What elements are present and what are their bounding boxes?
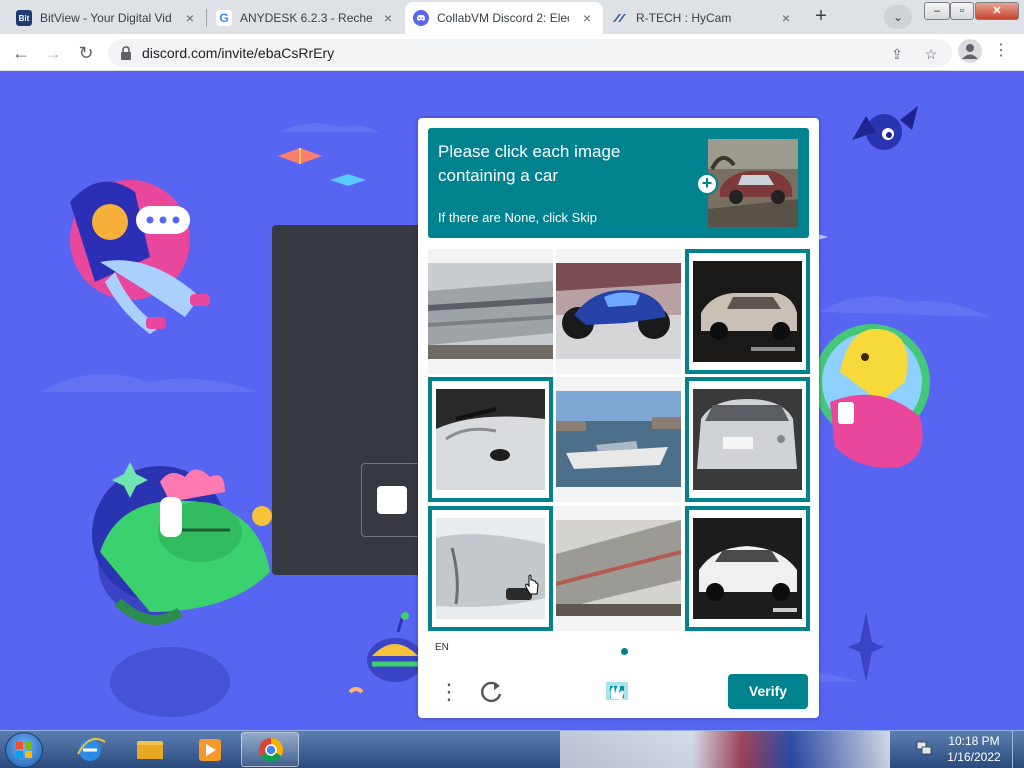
tile-image-car [432, 381, 549, 498]
forward-arrow-icon[interactable]: → [40, 40, 66, 66]
tab-collabvm-discord[interactable]: CollabVM Discord 2: Elec × [405, 2, 603, 34]
discord-favicon-icon [413, 10, 429, 26]
rtech-favicon-icon [612, 10, 628, 26]
tab-separator [206, 9, 207, 27]
address-bar[interactable]: discord.com/invite/ebaCsRrEry ⇪ ☆ [108, 39, 952, 67]
tab-strip: Bit BitView - Your Digital Vid × G ANYDE… [0, 0, 1024, 34]
profile-avatar-icon[interactable] [958, 39, 982, 63]
image-tile-6[interactable] [685, 377, 810, 502]
tab-bitview[interactable]: Bit BitView - Your Digital Vid × [8, 2, 206, 34]
internet-explorer-icon [77, 738, 106, 761]
tab-title: BitView - Your Digital Vid [40, 11, 172, 25]
menu-dots-icon[interactable]: ⋮ [438, 678, 460, 706]
zoom-plus-icon[interactable]: + [696, 173, 718, 195]
tile-image-boat [556, 391, 681, 487]
prompt-subtext: If there are None, click Skip [438, 210, 597, 225]
tile-image-car [689, 381, 806, 498]
tab-title: CollabVM Discord 2: Elec [437, 11, 569, 25]
verify-button[interactable]: Verify [728, 674, 808, 709]
bookmark-star-icon[interactable]: ☆ [922, 45, 940, 63]
image-tile-5[interactable] [556, 377, 681, 502]
hand-pointer-cursor-icon [524, 574, 540, 596]
image-tile-4[interactable] [428, 377, 553, 502]
tab-title: ANYDESK 6.2.3 - Recherch [240, 11, 372, 25]
reload-icon[interactable]: ↻ [73, 40, 99, 66]
tile-image-car [432, 510, 549, 627]
hcaptcha-challenge: Please click each image containing a car… [418, 118, 819, 718]
tab-search-chevron-icon[interactable]: ⌄ [884, 5, 912, 29]
bitview-favicon-icon: Bit [16, 10, 32, 26]
folder-icon [137, 741, 163, 759]
image-tile-7[interactable] [428, 506, 553, 631]
close-icon[interactable]: × [182, 10, 198, 26]
tile-image-car [689, 510, 806, 627]
hcaptcha-logo-icon[interactable] [600, 674, 634, 708]
close-icon[interactable]: × [778, 10, 794, 26]
maximize-button[interactable]: ▫ [950, 2, 974, 20]
tab-rtech-hycam[interactable]: R-TECH : HyCam × [604, 2, 802, 34]
taskbar-media-player[interactable] [181, 732, 239, 767]
chrome-icon [259, 738, 284, 763]
invite-card-icon [377, 486, 407, 514]
new-tab-button[interactable]: + [808, 5, 834, 29]
example-image[interactable] [708, 139, 798, 227]
start-orb-button[interactable] [5, 732, 43, 768]
image-tile-9[interactable] [685, 506, 810, 631]
prompt-text: Please click each image containing a car [438, 142, 621, 185]
media-player-icon [199, 739, 221, 761]
language-selector[interactable]: EN [435, 642, 449, 653]
minimize-button[interactable]: – [924, 2, 950, 20]
share-icon[interactable]: ⇪ [888, 45, 906, 63]
google-favicon-icon: G [216, 10, 232, 26]
tile-image-train [556, 520, 681, 616]
image-tile-2[interactable] [556, 249, 681, 374]
image-tile-3[interactable] [685, 249, 810, 374]
tile-image-motorcycle [556, 263, 681, 359]
tile-image-train [428, 263, 553, 359]
close-icon[interactable]: × [380, 10, 396, 26]
window-close-button[interactable]: ✕ [975, 2, 1019, 20]
clock-date[interactable]: 1/16/2022 [942, 750, 1006, 764]
taskbar-explorer[interactable] [121, 732, 179, 767]
taskbar-internet-explorer[interactable] [61, 732, 119, 767]
lock-icon [120, 46, 134, 60]
network-icon[interactable] [916, 740, 932, 756]
tab-anydesk[interactable]: G ANYDESK 6.2.3 - Recherch × [208, 2, 404, 34]
image-tile-1[interactable] [428, 249, 553, 374]
url-text: discord.com/invite/ebaCsRrEry [142, 45, 335, 61]
image-tile-8[interactable] [556, 506, 681, 631]
tab-title: R-TECH : HyCam [636, 11, 732, 25]
kebab-menu-icon[interactable]: ⋮ [993, 40, 1009, 62]
taskbar-wallpaper-strip [560, 731, 890, 768]
windows-taskbar [0, 730, 1024, 768]
refresh-challenge-icon[interactable] [478, 678, 504, 706]
browser-toolbar: ← → ↻ discord.com/invite/ebaCsRrEry ⇪ ☆ … [0, 34, 1024, 71]
close-icon[interactable]: × [579, 10, 595, 26]
challenge-prompt: Please click each image containing a car… [428, 128, 809, 238]
page-indicator-dot [621, 648, 628, 655]
show-desktop-button[interactable] [1012, 731, 1024, 768]
tile-image-car [689, 253, 806, 370]
taskbar-chrome[interactable] [241, 732, 299, 767]
clock-time[interactable]: 10:18 PM [942, 734, 1006, 748]
back-arrow-icon[interactable]: ← [8, 40, 34, 66]
